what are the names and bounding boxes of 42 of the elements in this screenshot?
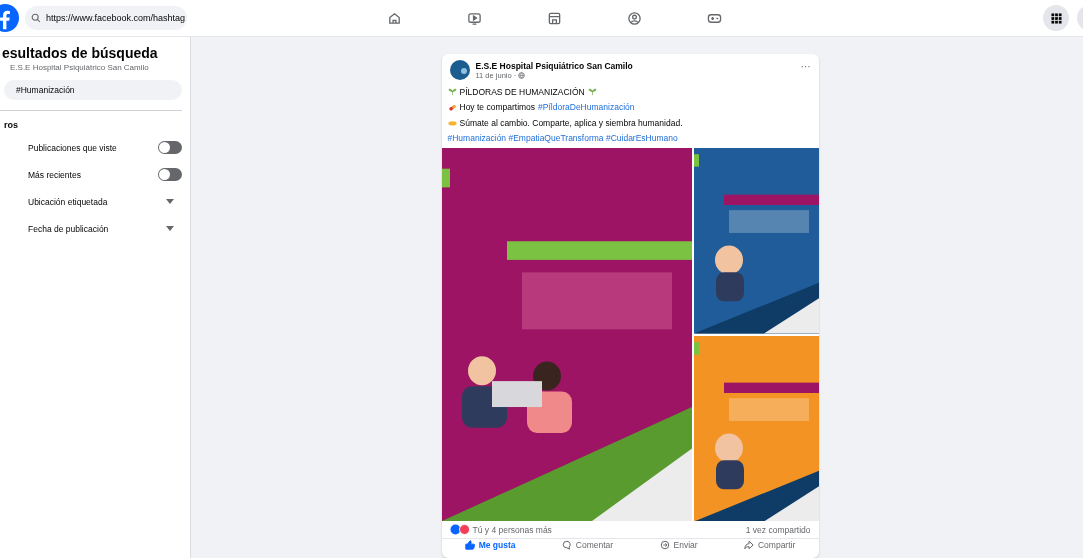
- shares-count[interactable]: 1 vez compartido: [745, 524, 811, 535]
- post-text: PÍLDORAS DE HUMANIZACIÓN: [459, 86, 585, 97]
- send-icon: [659, 540, 670, 550]
- post-text: Súmate al cambio. Comparte, aplica y siembra humanidad.: [459, 117, 683, 128]
- video-icon[interactable]: [466, 10, 482, 26]
- filter-label: Publicaciones que viste: [28, 142, 117, 153]
- comment-button[interactable]: Comentar: [557, 539, 618, 551]
- thumbs-up-icon: [464, 540, 475, 550]
- globe-icon: [518, 71, 526, 79]
- search-field[interactable]: https://www.facebook.com/hashtag: [25, 6, 187, 30]
- menu-button[interactable]: [1043, 5, 1069, 31]
- toggle-switch[interactable]: [158, 141, 182, 154]
- reactions-count[interactable]: Tú y 4 personas más: [472, 524, 552, 535]
- post-text: Hoy te compartimos: [459, 102, 536, 113]
- sprout-icon: [447, 87, 457, 97]
- hashtag-link[interactable]: #PíldoraDeHumanización: [538, 102, 635, 113]
- like-button[interactable]: Me gusta: [460, 539, 520, 551]
- store-icon[interactable]: [546, 10, 562, 26]
- groups-icon[interactable]: [626, 10, 642, 26]
- section-heading: ros: [4, 120, 19, 130]
- filter-label: Ubicación etiquetada: [28, 196, 108, 207]
- more-button[interactable]: ···: [800, 60, 811, 72]
- author-name[interactable]: E.S.E Hospital Psiquiátrico San Camilo: [475, 60, 795, 71]
- filter-label: Más recientes: [28, 169, 81, 180]
- sidebar-title: esultados de búsqueda: [2, 45, 159, 61]
- toggle-switch[interactable]: [158, 168, 182, 181]
- caret-icon[interactable]: [166, 199, 174, 204]
- search-icon: [31, 13, 41, 23]
- filter-label: Fecha de publicación: [28, 223, 109, 234]
- grid-icon: [1050, 12, 1062, 24]
- page-avatar-icon[interactable]: [449, 60, 470, 80]
- home-icon[interactable]: [386, 10, 402, 26]
- reactions-icon[interactable]: [449, 524, 470, 535]
- search-query-field[interactable]: #Humanización: [4, 80, 182, 100]
- sprout-icon: [587, 87, 597, 97]
- speech-bubble-icon: [561, 540, 572, 550]
- sidebar-subtitle: E.S.E Hospital Psiquiátrico San Camilo: [10, 63, 150, 72]
- caret-icon[interactable]: [166, 226, 174, 231]
- share-arrow-icon: [743, 540, 754, 550]
- hashtag-link[interactable]: #Humanización #EmpatiaQueTransforma #CuidarEsHumano: [447, 133, 678, 144]
- share-button[interactable]: Compartir: [739, 539, 800, 551]
- send-button[interactable]: Enviar: [655, 539, 702, 551]
